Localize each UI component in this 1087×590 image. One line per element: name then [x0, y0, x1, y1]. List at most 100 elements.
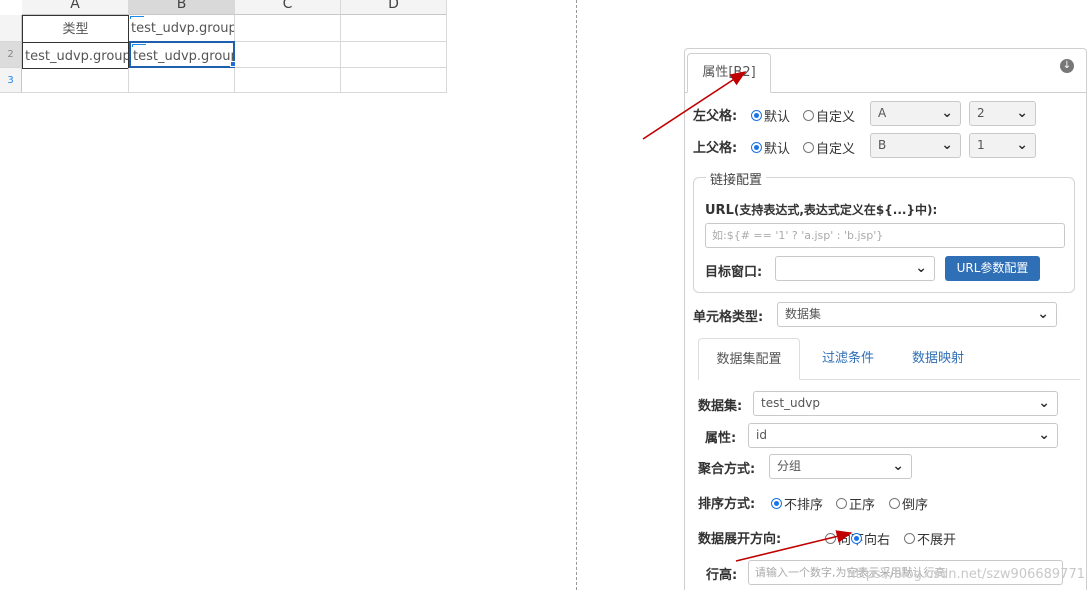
cell-b3[interactable]	[129, 68, 235, 93]
property-panel: 属性[B2] ↓ 左父格: 默认 自定义 A 2 上父格: 默认 自定义	[684, 48, 1087, 590]
cell-b1-text: test_udvp.group(c	[131, 21, 234, 36]
radio-label: 默认	[764, 142, 791, 157]
radio-unchecked-icon	[904, 533, 915, 544]
radio-checked-icon	[751, 110, 762, 121]
chevron-down-icon	[915, 257, 927, 280]
sort-label: 排序方式:	[698, 497, 756, 512]
cell-b2-text: test_udvp.group(i	[133, 49, 233, 64]
screen: A B C D 2 3 类型 test_udvp.group(c test_ud…	[0, 0, 1087, 590]
expand-none-radio[interactable]: 不展开	[904, 529, 956, 548]
top-parent-label: 上父格:	[693, 141, 738, 156]
top-parent-default-radio[interactable]: 默认	[751, 138, 790, 157]
radio-unchecked-icon	[889, 498, 900, 509]
radio-label: 正序	[849, 498, 876, 513]
radio-label: 自定义	[816, 110, 856, 125]
chevron-down-icon	[1037, 303, 1049, 326]
cell-d1[interactable]	[341, 15, 447, 42]
cell-d2[interactable]	[341, 42, 447, 68]
sort-asc-radio[interactable]: 正序	[836, 494, 875, 513]
chevron-down-icon	[1038, 392, 1050, 415]
left-parent-column-select[interactable]: A	[870, 101, 961, 126]
url-input[interactable]: 如:${# == '1' ? 'a.jsp' : 'b.jsp'}	[705, 223, 1065, 248]
select-value: id	[756, 428, 767, 442]
chevron-down-icon	[892, 455, 904, 478]
select-value: 2	[977, 106, 985, 120]
column-header-b[interactable]: B	[129, 0, 235, 15]
select-value: 数据集	[785, 307, 822, 321]
sort-none-radio[interactable]: 不排序	[771, 494, 823, 513]
aggregation-label: 聚合方式:	[698, 462, 756, 477]
cell-a3[interactable]	[22, 68, 129, 93]
radio-checked-icon	[851, 533, 862, 544]
expand-direction-label: 数据展开方向:	[698, 532, 782, 547]
cell-b2-selected[interactable]: test_udvp.group(i	[129, 41, 235, 68]
radio-label: 向右	[864, 533, 891, 548]
top-parent-custom-radio[interactable]: 自定义	[803, 138, 855, 157]
top-parent-row-select[interactable]: 1	[969, 133, 1036, 158]
select-value: B	[878, 138, 887, 152]
row-header-1[interactable]	[0, 15, 22, 42]
attribute-select[interactable]: id	[748, 423, 1058, 448]
left-parent-row-select[interactable]: 2	[969, 101, 1036, 126]
radio-label: 自定义	[816, 142, 856, 157]
download-icon[interactable]: ↓	[1060, 59, 1074, 73]
watermark: https://blog.csdn.net/szw906689771	[847, 567, 1085, 582]
cell-c3[interactable]	[235, 68, 341, 93]
row-header-3[interactable]: 3	[0, 68, 22, 93]
expand-right-radio[interactable]: 向右	[851, 529, 890, 548]
cell-d3[interactable]	[341, 68, 447, 93]
column-header-d[interactable]: D	[341, 0, 447, 15]
attribute-label: 属性:	[705, 431, 737, 446]
select-value: 1	[977, 138, 985, 152]
chevron-down-icon	[941, 134, 953, 157]
url-param-config-button[interactable]: URL参数配置	[945, 256, 1040, 281]
top-parent-column-select[interactable]: B	[870, 133, 961, 158]
radio-label: 默认	[764, 110, 791, 125]
select-value: 分组	[777, 459, 802, 473]
select-value: test_udvp	[761, 396, 820, 410]
url-label-hint: (支持表达式,表达式定义在${...}中):	[733, 203, 938, 217]
target-window-select[interactable]	[775, 256, 935, 281]
dataset-label: 数据集:	[698, 399, 743, 414]
tab-dataset-config[interactable]: 数据集配置	[698, 338, 800, 380]
target-window-label: 目标窗口:	[705, 265, 763, 280]
radio-label: 倒序	[902, 498, 929, 513]
radio-checked-icon	[771, 498, 782, 509]
radio-unchecked-icon	[825, 533, 836, 544]
aggregation-select[interactable]: 分组	[769, 454, 912, 479]
left-parent-label: 左父格:	[693, 109, 738, 124]
column-header-c[interactable]: C	[235, 0, 341, 15]
chevron-down-icon	[1016, 102, 1028, 125]
chevron-down-icon	[1016, 134, 1028, 157]
chevron-down-icon	[941, 102, 953, 125]
left-parent-custom-radio[interactable]: 自定义	[803, 106, 855, 125]
sort-desc-radio[interactable]: 倒序	[889, 494, 928, 513]
tab-properties[interactable]: 属性[B2]	[687, 53, 771, 93]
row-header-2[interactable]: 2	[0, 42, 22, 68]
left-parent-default-radio[interactable]: 默认	[751, 106, 790, 125]
cell-b1[interactable]: test_udvp.group(c	[129, 15, 235, 42]
radio-unchecked-icon	[803, 110, 814, 121]
cell-c2[interactable]	[235, 42, 341, 68]
url-label-main: URL	[705, 203, 734, 218]
cell-a2[interactable]: test_udvp.group(	[22, 42, 129, 69]
select-value: A	[878, 106, 887, 120]
dataset-tabs: 数据集配置 过滤条件 数据映射	[698, 338, 1080, 380]
cell-type-label: 单元格类型:	[693, 310, 764, 325]
chevron-down-icon	[1038, 424, 1050, 447]
link-config-group: 链接配置 URL(支持表达式,表达式定义在${...}中): 如:${# == …	[693, 169, 1075, 293]
cell-marker-icon	[130, 16, 144, 19]
cell-a1[interactable]: 类型	[22, 15, 129, 43]
tab-filter-conditions[interactable]: 过滤条件	[808, 338, 888, 380]
radio-unchecked-icon	[803, 142, 814, 153]
pane-divider[interactable]	[576, 0, 577, 590]
dataset-select[interactable]: test_udvp	[753, 391, 1058, 416]
column-header-a[interactable]: A	[22, 0, 129, 15]
radio-label: 不展开	[917, 533, 957, 548]
radio-unchecked-icon	[836, 498, 847, 509]
tab-data-mapping[interactable]: 数据映射	[898, 338, 978, 380]
cell-c1[interactable]	[235, 15, 341, 42]
cell-type-select[interactable]: 数据集	[777, 302, 1057, 327]
url-label: URL(支持表达式,表达式定义在${...}中):	[705, 201, 937, 218]
radio-label: 不排序	[784, 498, 824, 513]
